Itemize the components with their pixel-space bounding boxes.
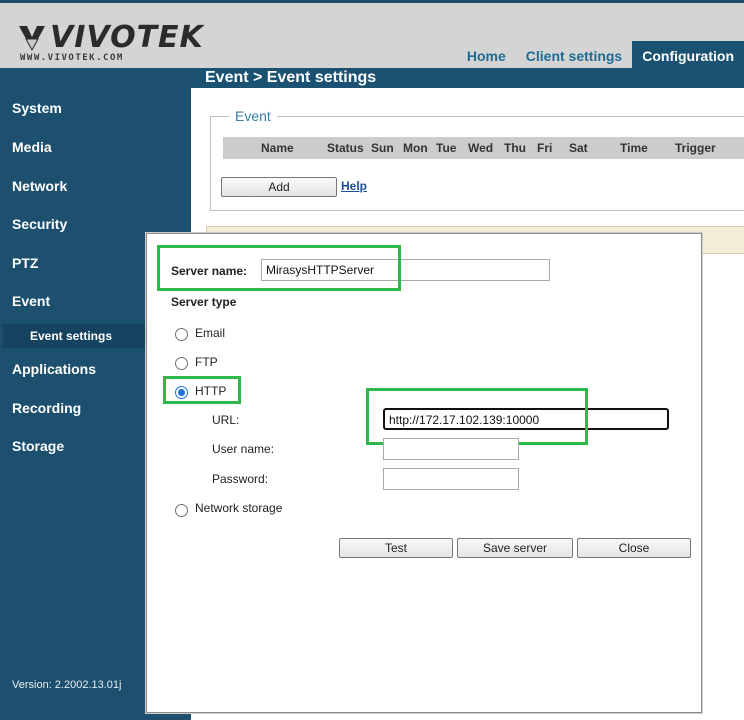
sidebar-item-recording[interactable]: Recording xyxy=(12,400,81,416)
server-type-label: Server type xyxy=(171,295,237,309)
sidebar-subitem-label: Event settings xyxy=(30,329,113,343)
header: VIVOTEK WWW.VIVOTEK.COM Home Client sett… xyxy=(0,0,744,71)
radio-email[interactable] xyxy=(175,328,188,341)
test-button[interactable]: Test xyxy=(339,538,453,558)
save-server-button[interactable]: Save server xyxy=(457,538,573,558)
server-name-highlight xyxy=(157,245,401,291)
url-label: URL: xyxy=(212,413,240,427)
breadcrumb-bar: Event > Event settings xyxy=(191,68,744,88)
tab-home[interactable]: Home xyxy=(457,41,516,71)
column-header-name: Name xyxy=(261,141,294,155)
sidebar-item-storage[interactable]: Storage xyxy=(12,438,64,454)
username-input[interactable] xyxy=(383,438,519,460)
radio-network-storage[interactable] xyxy=(175,504,188,517)
event-legend: Event xyxy=(229,108,277,124)
sidebar-item-ptz[interactable]: PTZ xyxy=(12,255,38,271)
http-radio-highlight xyxy=(163,376,241,404)
password-label: Password: xyxy=(212,472,269,486)
logo-mark-icon xyxy=(19,26,45,51)
event-fieldset: Event Name Status Sun Mon Tue Wed Thu Fr… xyxy=(210,108,744,211)
radio-ftp[interactable] xyxy=(175,357,188,370)
sidebar-item-media[interactable]: Media xyxy=(12,139,52,155)
url-highlight xyxy=(366,388,588,445)
close-button[interactable]: Close xyxy=(577,538,691,558)
column-header-status: Status xyxy=(327,141,364,155)
column-header-sat: Sat xyxy=(569,141,588,155)
add-event-button[interactable]: Add xyxy=(221,177,337,197)
column-header-tue: Tue xyxy=(436,141,457,155)
server-settings-dialog: Server name: MirasysHTTPServer Server ty… xyxy=(146,233,702,713)
column-header-sun: Sun xyxy=(371,141,394,155)
radio-network-storage-label: Network storage xyxy=(195,501,283,515)
sidebar-item-applications[interactable]: Applications xyxy=(12,361,96,377)
column-header-time: Time xyxy=(620,141,648,155)
event-table-header: Name Status Sun Mon Tue Wed Thu Fri Sat … xyxy=(223,137,744,159)
sidebar-item-event[interactable]: Event xyxy=(12,293,50,309)
column-header-mon: Mon xyxy=(403,141,428,155)
vivotek-logo[interactable]: VIVOTEK WWW.VIVOTEK.COM xyxy=(14,23,203,63)
column-header-trigger: Trigger xyxy=(675,141,716,155)
radio-email-label: Email xyxy=(195,326,226,340)
tab-configuration[interactable]: Configuration xyxy=(632,41,744,71)
logo-web-address: WWW.VIVOTEK.COM xyxy=(20,53,124,63)
sidebar-item-security[interactable]: Security xyxy=(12,216,67,232)
password-input[interactable] xyxy=(383,468,519,490)
tab-client-settings[interactable]: Client settings xyxy=(516,41,632,71)
column-header-fri: Fri xyxy=(537,141,553,155)
breadcrumb: Event > Event settings xyxy=(205,69,377,86)
column-header-wed: Wed xyxy=(468,141,494,155)
sidebar-item-network[interactable]: Network xyxy=(12,178,67,194)
top-nav: Home Client settings Configuration xyxy=(457,41,744,71)
version-text: Version: 2.2002.13.01j xyxy=(12,679,122,691)
logo-text: VIVOTEK xyxy=(50,20,204,55)
sidebar-item-system[interactable]: System xyxy=(12,100,62,116)
column-header-thu: Thu xyxy=(504,141,526,155)
radio-ftp-label: FTP xyxy=(195,355,218,369)
username-label: User name: xyxy=(212,442,275,456)
help-link[interactable]: Help xyxy=(341,179,367,193)
